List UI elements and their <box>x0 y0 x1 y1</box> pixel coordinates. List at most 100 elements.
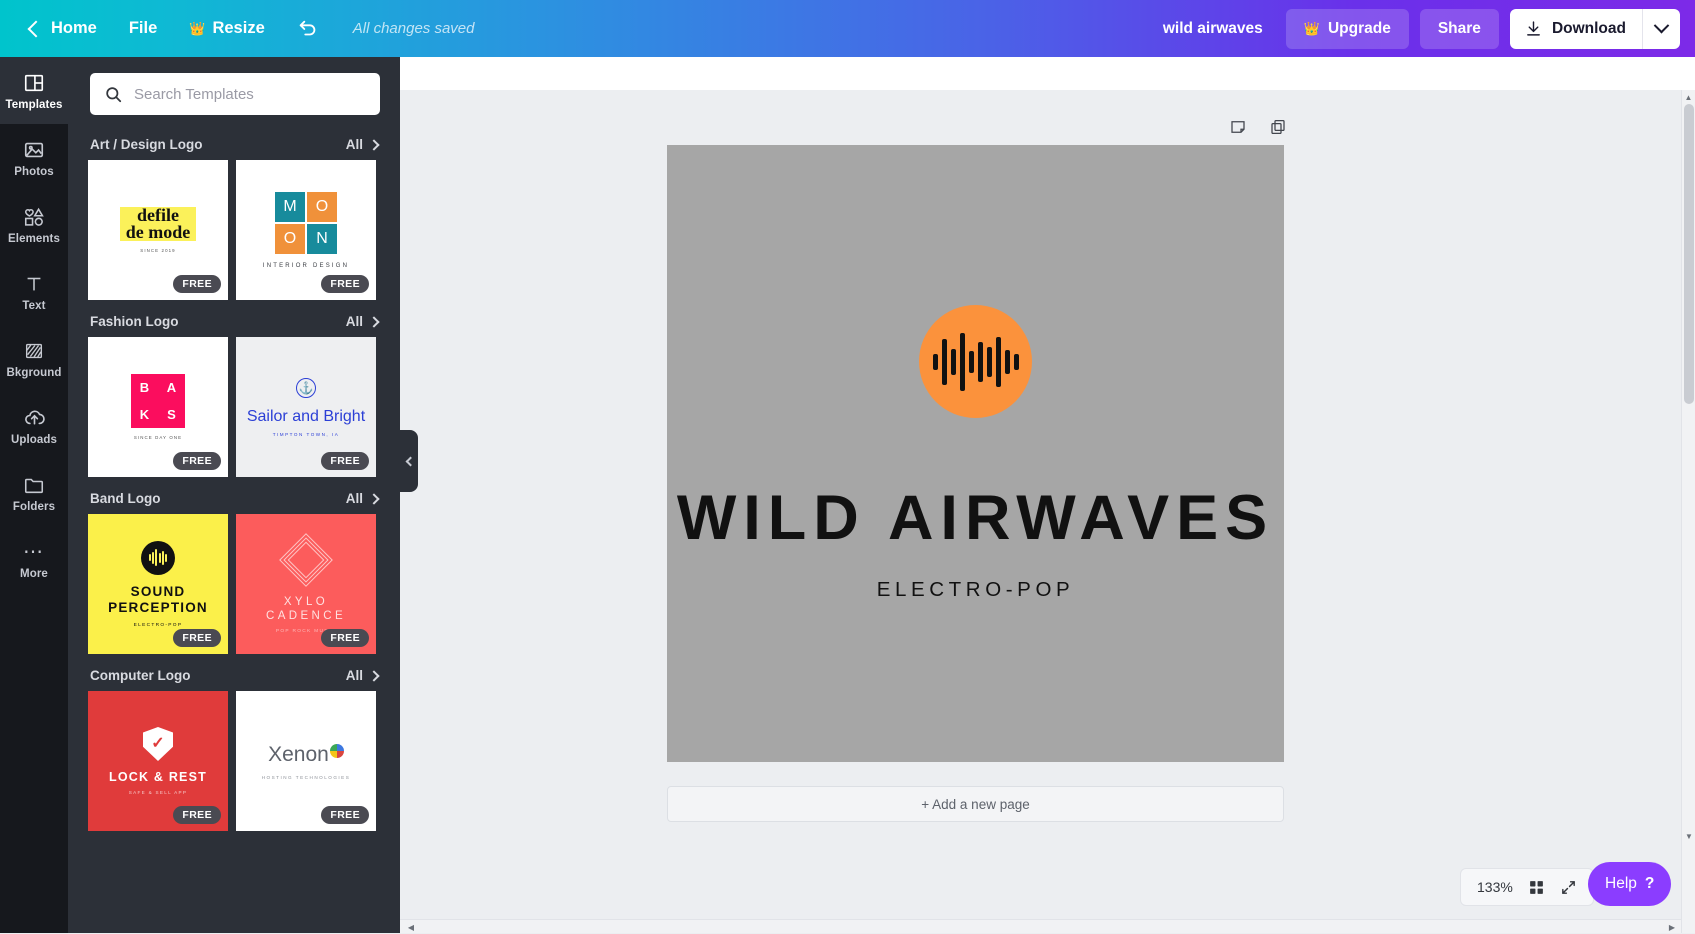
template-card-lock-and-rest[interactable]: ✓ LOCK & REST SAFE & SELL APP FREE <box>88 691 228 831</box>
file-menu-button[interactable]: File <box>113 10 173 48</box>
sidebar-item-uploads[interactable]: Uploads <box>0 392 68 459</box>
template-card-baks[interactable]: B A K S SINCE DAY ONE FREE <box>88 337 228 477</box>
app-header: Home File 👑 Resize All changes saved wil… <box>0 0 1695 57</box>
template-line2: PERCEPTION <box>108 600 208 616</box>
add-new-page-button[interactable]: + Add a new page <box>667 786 1284 822</box>
template-caption: INTERIOR DESIGN <box>263 263 349 269</box>
download-button-label: Download <box>1552 20 1626 38</box>
undo-button[interactable] <box>281 10 335 48</box>
text-icon <box>22 272 46 296</box>
left-nav-rail: Templates Photos Elements Text <box>0 57 68 933</box>
sidebar-item-label: Bkground <box>6 367 61 379</box>
add-new-page-label: + Add a new page <box>921 797 1029 812</box>
chevron-right-icon <box>368 316 379 327</box>
section-all-link[interactable]: All <box>346 137 378 152</box>
sidebar-item-label: Text <box>22 300 45 312</box>
section-all-label: All <box>346 668 363 683</box>
sidebar-item-photos[interactable]: Photos <box>0 124 68 191</box>
download-options-button[interactable] <box>1642 9 1680 49</box>
canvas-stage[interactable]: WILD AIRWAVES ELECTRO-POP + Add a new pa… <box>400 57 1695 933</box>
download-icon <box>1525 20 1542 37</box>
sidebar-item-label: Uploads <box>11 434 57 446</box>
section-all-link[interactable]: All <box>346 668 378 683</box>
section-title: Art / Design Logo <box>90 137 203 152</box>
sidebar-item-folders[interactable]: Folders <box>0 459 68 526</box>
share-button[interactable]: Share <box>1420 9 1499 49</box>
template-subtitle: SINCE DAY ONE <box>134 435 182 440</box>
template-card-xylo-cadence[interactable]: XYLO CADENCE POP ROCK MUSIC FREE <box>236 514 376 654</box>
section-all-link[interactable]: All <box>346 314 378 329</box>
vertical-scrollbar[interactable]: ▲ ▼ <box>1681 90 1695 933</box>
section-header-computer-logo: Computer Logo All <box>68 654 400 691</box>
section-title: Fashion Logo <box>90 314 179 329</box>
add-note-icon[interactable] <box>1228 117 1248 137</box>
sidebar-item-templates[interactable]: Templates <box>0 57 68 124</box>
home-button[interactable]: Home <box>14 10 113 48</box>
free-badge: FREE <box>173 275 221 293</box>
sidebar-item-more[interactable]: ⋯ More <box>0 526 68 593</box>
sidebar-item-label: Templates <box>6 99 63 111</box>
template-card-defile-de-mode[interactable]: defile de mode SINCE 2019 FREE <box>88 160 228 300</box>
templates-icon <box>22 71 46 95</box>
sidebar-item-text[interactable]: Text <box>0 258 68 325</box>
template-title: SOUND PERCEPTION <box>108 584 208 616</box>
sidebar-item-label: Folders <box>13 501 55 513</box>
save-status: All changes saved <box>353 20 475 37</box>
scroll-up-arrow[interactable]: ▲ <box>1682 90 1695 104</box>
resize-button[interactable]: 👑 Resize <box>173 10 280 48</box>
sidebar-item-label: Elements <box>8 233 60 245</box>
baks-letter: B <box>140 380 149 395</box>
defile-highlight: defile de mode <box>120 207 197 241</box>
grid-view-icon[interactable] <box>1528 879 1545 896</box>
template-card-moon-interior-design[interactable]: M O O N INTERIOR DESIGN FREE <box>236 160 376 300</box>
help-button-label: Help <box>1605 875 1637 893</box>
crown-icon: 👑 <box>1304 21 1320 37</box>
template-card-sound-perception[interactable]: SOUND PERCEPTION ELECTRO-POP FREE <box>88 514 228 654</box>
template-line1: SOUND <box>108 584 208 600</box>
expand-icon[interactable] <box>1560 879 1577 896</box>
sidebar-item-label: More <box>20 568 48 580</box>
sidebar-item-elements[interactable]: Elements <box>0 191 68 258</box>
collapse-panel-button[interactable] <box>400 430 418 492</box>
search-wrapper <box>68 57 400 123</box>
duplicate-page-icon[interactable] <box>1268 117 1288 137</box>
template-title: XYLO CADENCE <box>266 595 346 623</box>
folders-icon <box>22 473 46 497</box>
moon-letter: O <box>275 224 305 254</box>
upgrade-button[interactable]: 👑 Upgrade <box>1286 9 1409 49</box>
section-title: Band Logo <box>90 491 161 506</box>
help-button[interactable]: Help ? <box>1588 862 1671 906</box>
zoom-level-label[interactable]: 133% <box>1477 879 1513 895</box>
baks-letter: K <box>140 407 149 422</box>
upgrade-button-label: Upgrade <box>1328 20 1391 38</box>
scroll-right-arrow[interactable]: ▶ <box>1665 920 1679 934</box>
download-button[interactable]: Download <box>1510 9 1642 49</box>
chevron-left-icon <box>28 20 45 37</box>
template-title: LOCK & REST <box>109 770 207 784</box>
vertical-scroll-thumb[interactable] <box>1684 104 1694 404</box>
sidebar-item-background[interactable]: Bkground <box>0 325 68 392</box>
document-title[interactable]: wild airwaves <box>1151 13 1275 45</box>
panel-scroll-area[interactable]: Art / Design Logo All defile de mode SIN… <box>68 123 400 933</box>
section-header-fashion-logo: Fashion Logo All <box>68 300 400 337</box>
sidebar-item-label: Photos <box>14 166 54 178</box>
section-all-label: All <box>346 491 363 506</box>
scroll-left-arrow[interactable]: ◀ <box>404 920 418 934</box>
background-icon <box>22 339 46 363</box>
panel-collapse-area <box>400 57 418 933</box>
artboard-subtitle[interactable]: ELECTRO-POP <box>877 578 1075 602</box>
file-menu-label: File <box>129 19 157 38</box>
section-all-link[interactable]: All <box>346 491 378 506</box>
scroll-down-arrow[interactable]: ▼ <box>1682 829 1695 843</box>
search-input[interactable] <box>134 86 366 103</box>
template-card-sailor-and-bright[interactable]: ⚓ Sailor and Bright TIMPTON TOWN, IA FRE… <box>236 337 376 477</box>
horizontal-scrollbar[interactable]: ◀ ▶ <box>400 919 1681 933</box>
artboard-title[interactable]: WILD AIRWAVES <box>677 482 1274 554</box>
design-artboard[interactable]: WILD AIRWAVES ELECTRO-POP <box>667 145 1284 762</box>
chevron-left-icon <box>406 456 416 466</box>
template-card-xenon[interactable]: Xenon HOSTING TECHNOLOGIES FREE <box>236 691 376 831</box>
baks-letter-square: B A K S <box>131 374 185 428</box>
search-box[interactable] <box>90 73 380 115</box>
moon-letter: N <box>307 224 337 254</box>
template-subtitle: SAFE & SELL APP <box>129 790 187 795</box>
